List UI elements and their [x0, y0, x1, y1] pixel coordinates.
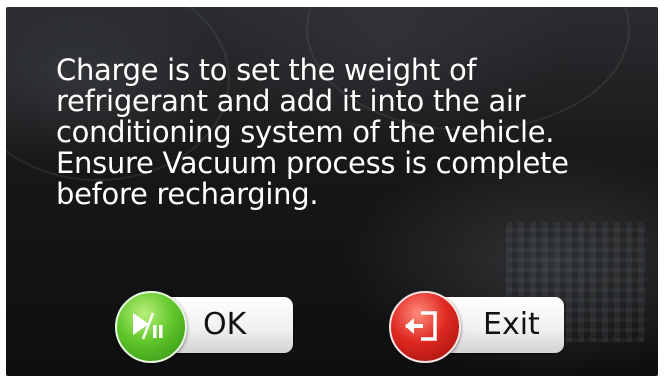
exit-door-icon [389, 291, 461, 363]
ok-button[interactable]: OK [115, 291, 293, 363]
message-line: Charge is to set the weight of [56, 53, 477, 87]
message-line: conditioning system of the vehicle. [56, 115, 555, 149]
ok-button-label: OK [203, 307, 247, 342]
exit-button-label: Exit [483, 307, 540, 342]
message-line: Ensure Vacuum process is complete [56, 146, 569, 180]
charge-description-text: Charge is to set the weight of refrigera… [56, 55, 656, 210]
play-pause-icon [115, 291, 187, 363]
message-line: refrigerant and add it into the air [56, 84, 526, 118]
message-line: before recharging. [56, 177, 319, 211]
exit-door-icon-glyph [405, 311, 437, 341]
play-pause-icon-glyph [133, 312, 163, 340]
exit-button[interactable]: Exit [389, 291, 564, 363]
